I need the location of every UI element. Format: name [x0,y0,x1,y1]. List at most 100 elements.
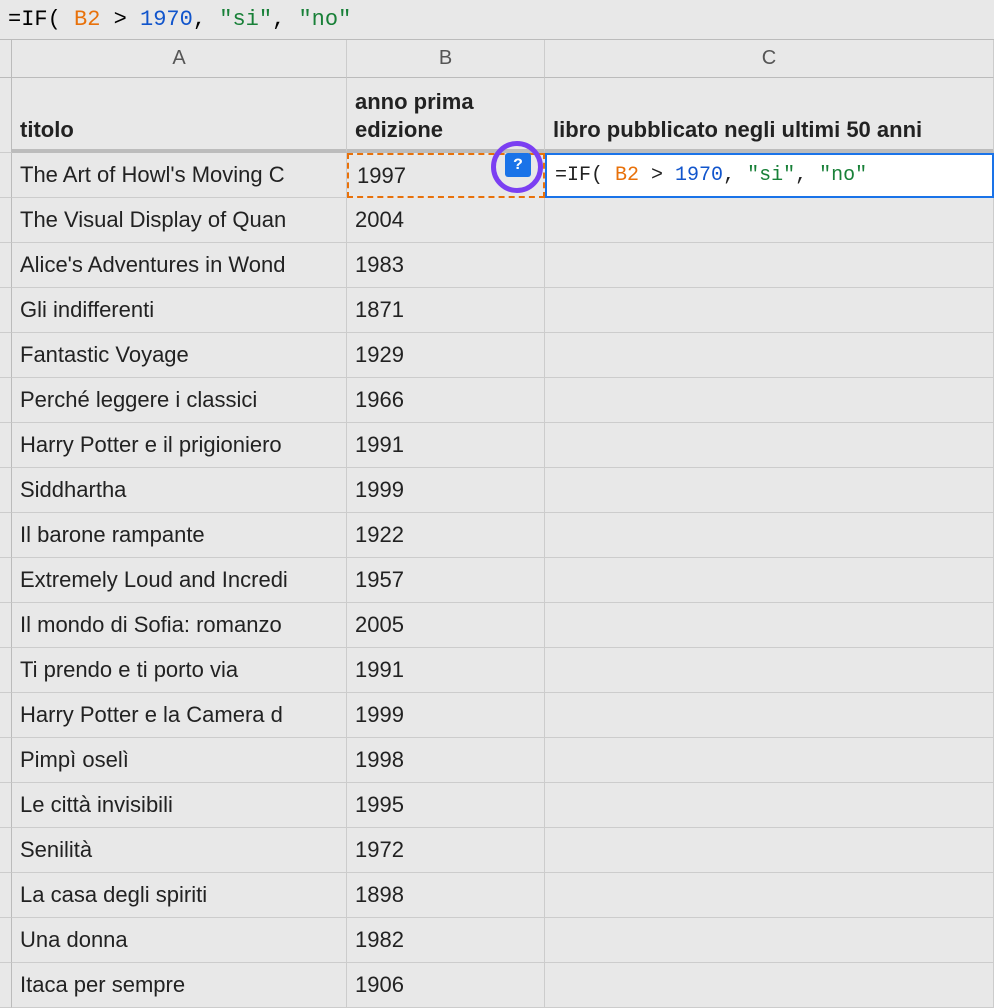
cell[interactable]: 1871 [347,288,545,333]
cell[interactable]: Senilità [12,828,347,873]
cell[interactable]: Harry Potter e il prigioniero [12,423,347,468]
cell[interactable]: Pimpì oselì [12,738,347,783]
cell[interactable] [545,243,994,288]
cell-C2-editing[interactable]: ? =IF( B2 > 1970 , "si" , "no" [545,153,994,198]
row-handle[interactable] [0,558,12,603]
cell[interactable]: 2004 [347,198,545,243]
cell[interactable] [545,288,994,333]
formula-num: 1970 [140,7,193,32]
row-handle[interactable] [0,738,12,783]
cell[interactable] [545,783,994,828]
formula-str2: "no" [298,7,351,32]
col-header-C[interactable]: C [545,40,994,78]
row-handle[interactable] [0,963,12,1008]
cell[interactable]: 1957 [347,558,545,603]
row-handle[interactable] [0,333,12,378]
formula-help-icon[interactable]: ? [505,153,531,177]
row-handle[interactable] [0,828,12,873]
row-handle[interactable] [0,873,12,918]
col-header-A[interactable]: A [12,40,347,78]
header-year[interactable]: anno prima edizione [347,78,545,153]
cell[interactable]: 1922 [347,513,545,558]
row-handle[interactable] [0,378,12,423]
table-row: The Art of Howl's Moving C 1997 ? =IF( B… [0,153,994,198]
row-handle[interactable] [0,693,12,738]
cell[interactable] [545,873,994,918]
header-published[interactable]: libro pubblicato negli ultimi 50 anni [545,78,994,153]
cell[interactable] [545,918,994,963]
table-row: La casa degli spiriti 1898 [0,873,994,918]
cell[interactable]: 1898 [347,873,545,918]
table-row: Il mondo di Sofia: romanzo 2005 [0,603,994,648]
cell[interactable]: 1995 [347,783,545,828]
cell[interactable] [545,198,994,243]
cell[interactable]: Alice's Adventures in Wond [12,243,347,288]
cell-A2[interactable]: The Art of Howl's Moving C [12,153,347,198]
cell[interactable]: 1906 [347,963,545,1008]
row-handle[interactable] [0,513,12,558]
cell[interactable] [545,513,994,558]
table-row: Una donna 1982 [0,918,994,963]
cell[interactable]: La casa degli spiriti [12,873,347,918]
cell[interactable]: Extremely Loud and Incredi [12,558,347,603]
table-row: Fantastic Voyage 1929 [0,333,994,378]
cell[interactable] [545,648,994,693]
row-handle[interactable] [0,153,12,198]
cell[interactable]: Siddhartha [12,468,347,513]
cell[interactable]: Le città invisibili [12,783,347,828]
cell[interactable] [545,738,994,783]
cell[interactable]: Una donna [12,918,347,963]
row-handle[interactable] [0,918,12,963]
cell[interactable]: Perché leggere i classici [12,378,347,423]
row-handle[interactable] [0,288,12,333]
table-row: The Visual Display of Quan 2004 [0,198,994,243]
row-handle[interactable] [0,648,12,693]
row-handle[interactable] [0,198,12,243]
row-handle[interactable] [0,603,12,648]
cell[interactable] [545,423,994,468]
cell[interactable]: 1999 [347,468,545,513]
table-row: Gli indifferenti 1871 [0,288,994,333]
header-row: titolo anno prima edizione libro pubblic… [0,78,994,153]
formula-ref: B2 [74,7,100,32]
cell[interactable]: 2005 [347,603,545,648]
row-handle[interactable] [0,78,12,153]
cell[interactable]: 1983 [347,243,545,288]
cell[interactable]: 1966 [347,378,545,423]
header-title[interactable]: titolo [12,78,347,153]
row-handle[interactable] [0,243,12,288]
cell[interactable]: 1982 [347,918,545,963]
cell[interactable]: Il mondo di Sofia: romanzo [12,603,347,648]
table-row: Harry Potter e la Camera d 1999 [0,693,994,738]
cell[interactable]: The Visual Display of Quan [12,198,347,243]
cell[interactable]: Il barone rampante [12,513,347,558]
row-handle[interactable] [0,783,12,828]
cell[interactable] [545,828,994,873]
row-handle[interactable] [0,423,12,468]
cell[interactable]: 1991 [347,423,545,468]
cell[interactable]: 1998 [347,738,545,783]
cell[interactable]: Harry Potter e la Camera d [12,693,347,738]
cell[interactable]: Ti prendo e ti porto via [12,648,347,693]
row-handle[interactable] [0,468,12,513]
cell[interactable] [545,603,994,648]
corner-handle[interactable] [0,40,12,78]
formula-bar[interactable]: =IF( B2 > 1970 , "si" , "no" [0,0,994,40]
col-header-B[interactable]: B [347,40,545,78]
cell[interactable] [545,333,994,378]
cell[interactable]: 1972 [347,828,545,873]
table-row: Perché leggere i classici 1966 [0,378,994,423]
spreadsheet-grid[interactable]: A B C titolo anno prima edizione libro p… [0,40,994,1008]
cell[interactable] [545,468,994,513]
cell[interactable]: Fantastic Voyage [12,333,347,378]
cell[interactable]: 1991 [347,648,545,693]
cell[interactable]: Itaca per sempre [12,963,347,1008]
table-row: Ti prendo e ti porto via 1991 [0,648,994,693]
cell[interactable] [545,558,994,603]
cell[interactable] [545,378,994,423]
cell[interactable] [545,693,994,738]
cell[interactable] [545,963,994,1008]
cell[interactable]: 1929 [347,333,545,378]
cell[interactable]: Gli indifferenti [12,288,347,333]
cell[interactable]: 1999 [347,693,545,738]
